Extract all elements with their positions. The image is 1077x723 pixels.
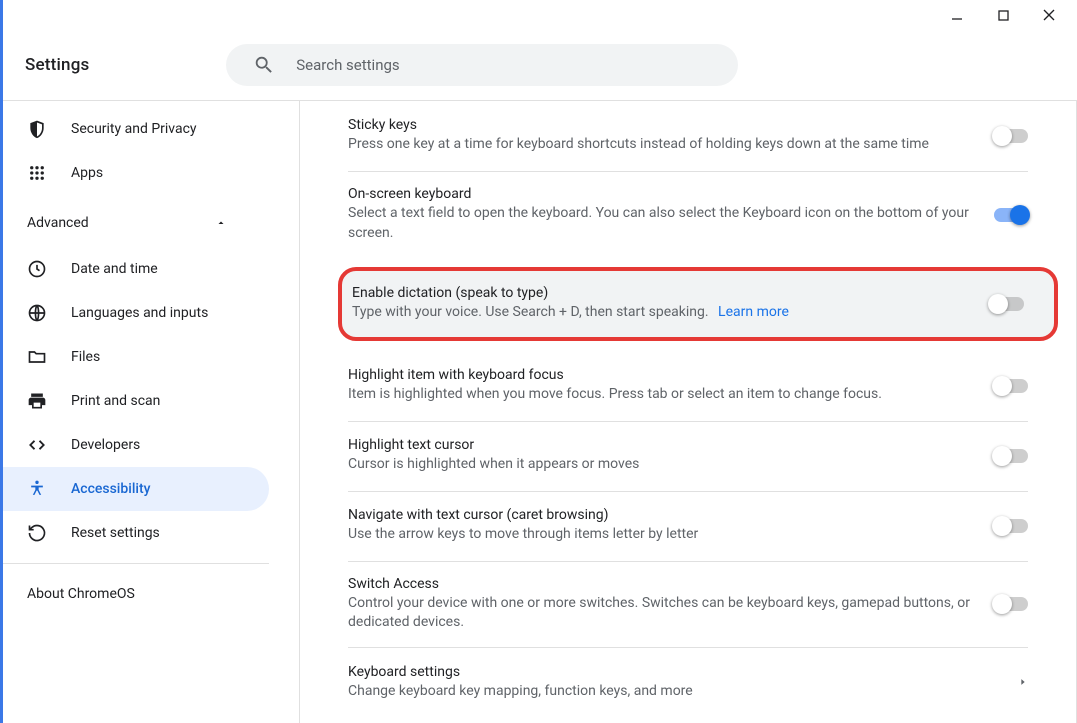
sidebar-item-reset[interactable]: Reset settings — [3, 511, 269, 555]
setting-caret-browsing: Navigate with text cursor (caret browsin… — [348, 491, 1028, 561]
onscreen-keyboard-toggle[interactable] — [994, 208, 1028, 222]
sidebar-label: Files — [71, 349, 100, 365]
setting-keyboard-settings[interactable]: Keyboard settings Change keyboard key ma… — [348, 647, 1028, 717]
clock-icon — [27, 259, 47, 279]
setting-title: Keyboard settings — [348, 664, 998, 680]
setting-title: Highlight item with keyboard focus — [348, 367, 974, 383]
highlighted-setting: Enable dictation (speak to type) Type wi… — [338, 267, 1058, 341]
setting-highlight-cursor: Highlight text cursor Cursor is highligh… — [348, 421, 1028, 491]
sticky-keys-toggle[interactable] — [994, 129, 1028, 143]
sidebar-item-languages[interactable]: Languages and inputs — [3, 291, 269, 335]
setting-description: Cursor is highlighted when it appears or… — [348, 455, 974, 475]
sidebar-label: Developers — [71, 437, 140, 453]
accessibility-icon — [27, 479, 47, 499]
sidebar-item-security[interactable]: Security and Privacy — [3, 107, 269, 151]
setting-title: Sticky keys — [348, 117, 974, 133]
sidebar-label: About ChromeOS — [27, 586, 135, 602]
switch-access-toggle[interactable] — [994, 597, 1028, 611]
sidebar-item-apps[interactable]: Apps — [3, 151, 269, 195]
setting-description: Select a text field to open the keyboard… — [348, 204, 974, 243]
globe-icon — [27, 303, 47, 323]
setting-onscreen-keyboard: On-screen keyboard Select a text field t… — [348, 171, 1028, 257]
folder-icon — [27, 347, 47, 367]
setting-sticky-keys: Sticky keys Press one key at a time for … — [348, 101, 1028, 171]
caret-browsing-toggle[interactable] — [994, 519, 1028, 533]
setting-title: Navigate with text cursor (caret browsin… — [348, 507, 974, 523]
setting-description: Control your device with one or more swi… — [348, 594, 974, 633]
content-panel: Sticky keys Press one key at a time for … — [300, 101, 1077, 723]
sidebar-label: Reset settings — [71, 525, 160, 541]
setting-dictation: Enable dictation (speak to type) Type wi… — [342, 285, 1024, 323]
setting-highlight-focus: Highlight item with keyboard focus Item … — [348, 351, 1028, 421]
printer-icon — [27, 391, 47, 411]
sidebar-item-files[interactable]: Files — [3, 335, 269, 379]
window-controls — [3, 0, 1077, 30]
setting-title: Highlight text cursor — [348, 437, 974, 453]
dictation-toggle[interactable] — [990, 297, 1024, 311]
sidebar-label: Languages and inputs — [71, 305, 208, 321]
setting-title: Switch Access — [348, 576, 974, 592]
sidebar-label: Print and scan — [71, 393, 160, 409]
sidebar-item-print[interactable]: Print and scan — [3, 379, 269, 423]
setting-description: Type with your voice. Use Search + D, th… — [352, 303, 970, 323]
close-button[interactable] — [1027, 1, 1071, 29]
app-title: Settings — [25, 55, 90, 75]
sidebar-label: Advanced — [27, 215, 89, 231]
sidebar-item-advanced[interactable]: Advanced — [3, 201, 269, 245]
sidebar-label: Date and time — [71, 261, 158, 277]
setting-switch-access: Switch Access Control your device with o… — [348, 561, 1028, 647]
highlight-focus-toggle[interactable] — [994, 379, 1028, 393]
sidebar-item-date[interactable]: Date and time — [3, 247, 269, 291]
setting-description: Press one key at a time for keyboard sho… — [348, 135, 974, 155]
apps-icon — [27, 163, 47, 183]
highlight-cursor-toggle[interactable] — [994, 449, 1028, 463]
setting-description: Item is highlighted when you move focus.… — [348, 385, 974, 405]
search-input[interactable] — [226, 44, 738, 86]
setting-description: Use the arrow keys to move through items… — [348, 525, 974, 545]
minimize-button[interactable] — [935, 1, 979, 29]
maximize-button[interactable] — [981, 1, 1025, 29]
sidebar-item-about[interactable]: About ChromeOS — [3, 572, 299, 616]
setting-description: Change keyboard key mapping, function ke… — [348, 682, 998, 702]
sidebar-label: Accessibility — [71, 481, 150, 497]
sidebar-item-accessibility[interactable]: Accessibility — [3, 467, 269, 511]
reset-icon — [27, 523, 47, 543]
sidebar: Security and Privacy Apps Advanced Date … — [3, 101, 300, 723]
code-icon — [27, 435, 47, 455]
setting-title: On-screen keyboard — [348, 186, 974, 202]
shield-icon — [27, 119, 47, 139]
sidebar-label: Apps — [71, 165, 103, 181]
sidebar-item-developers[interactable]: Developers — [3, 423, 269, 467]
header: Settings — [3, 30, 1077, 100]
setting-title: Enable dictation (speak to type) — [352, 285, 970, 301]
sidebar-divider — [3, 563, 269, 564]
chevron-right-icon — [1018, 677, 1028, 687]
sidebar-label: Security and Privacy — [71, 121, 197, 137]
learn-more-link[interactable]: Learn more — [718, 304, 789, 320]
search-icon — [253, 54, 275, 76]
chevron-up-icon — [215, 217, 227, 229]
